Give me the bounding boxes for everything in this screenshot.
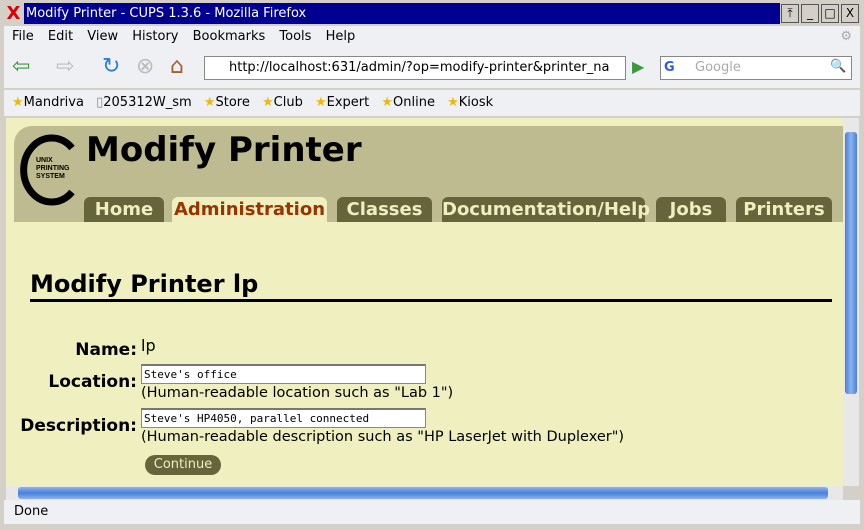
- cups-logo: UNIX PRINTING SYSTEM: [20, 134, 75, 206]
- bookmark-label: Mandriva: [23, 95, 84, 110]
- menu-bar: File Edit View History Bookmarks Tools H…: [4, 26, 860, 48]
- name-value: lp: [141, 336, 156, 355]
- tab-administration[interactable]: Administration: [172, 197, 327, 222]
- bookmark-label: 205312W_sm: [103, 95, 192, 110]
- forward-icon[interactable]: ⇨: [56, 54, 74, 80]
- navigation-toolbar: ⇦ ⇨ ↻ ⊗ ⌂ http://localhost:631/admin/?op…: [4, 48, 860, 88]
- stop-icon[interactable]: ⊗: [136, 54, 154, 80]
- bookmark-club[interactable]: ★Club: [262, 90, 303, 116]
- star-icon: ★: [381, 95, 394, 110]
- tab-documentation-help[interactable]: Documentation/Help: [442, 197, 650, 222]
- window-title: Modify Printer - CUPS 1.3.6 - Mozilla Fi…: [24, 3, 780, 24]
- horizontal-scroll-thumb[interactable]: [18, 487, 828, 499]
- bookmark-label: Club: [273, 95, 303, 110]
- bookmark-label: Store: [215, 95, 250, 110]
- menu-file[interactable]: File: [12, 26, 34, 48]
- description-hint: (Human-readable description such as "HP …: [141, 429, 625, 445]
- svg-text:SYSTEM: SYSTEM: [36, 173, 65, 180]
- bookmark-label: Online: [393, 95, 435, 110]
- bookmark-expert[interactable]: ★Expert: [315, 90, 369, 116]
- app-icon: X: [4, 3, 23, 24]
- bookmark-label: Kiosk: [458, 95, 494, 110]
- description-label: Description:: [20, 416, 137, 436]
- stick-button[interactable]: ⤒: [781, 4, 799, 23]
- menu-help[interactable]: Help: [326, 26, 356, 48]
- search-icon[interactable]: 🔍: [830, 59, 846, 74]
- name-label: Name:: [75, 340, 137, 360]
- bookmark-label: Expert: [326, 95, 370, 110]
- vertical-scroll-thumb[interactable]: [845, 132, 857, 394]
- bookmark-store[interactable]: ★Store: [204, 90, 250, 116]
- location-input[interactable]: Steve's office: [141, 364, 426, 384]
- back-icon[interactable]: ⇦: [12, 54, 30, 80]
- search-placeholder: Google: [695, 60, 741, 75]
- menu-view[interactable]: View: [87, 26, 118, 48]
- search-input[interactable]: Google: [660, 56, 852, 80]
- page-header: UNIX PRINTING SYSTEM Modify Printer Home…: [14, 126, 843, 222]
- tab-classes[interactable]: Classes: [337, 197, 432, 222]
- home-icon[interactable]: ⌂: [170, 54, 184, 80]
- menu-tools[interactable]: Tools: [279, 26, 311, 48]
- continue-button[interactable]: Continue: [145, 455, 221, 475]
- bookmark-online[interactable]: ★Online: [381, 90, 435, 116]
- tab-printers[interactable]: Printers: [736, 197, 832, 222]
- title-bar: X Modify Printer - CUPS 1.3.6 - Mozilla …: [0, 0, 864, 26]
- minimize-button[interactable]: _: [801, 4, 819, 23]
- vertical-scrollbar[interactable]: [843, 118, 859, 486]
- svg-text:UNIX: UNIX: [36, 157, 53, 164]
- page-title: Modify Printer: [86, 130, 362, 170]
- url-text: http://localhost:631/admin/?op=modify-pr…: [229, 60, 610, 75]
- location-hint: (Human-readable location such as "Lab 1"…: [141, 385, 454, 401]
- star-icon: ★: [261, 95, 274, 110]
- location-label: Location:: [48, 372, 137, 392]
- star-icon: ★: [314, 95, 327, 110]
- tab-jobs[interactable]: Jobs: [656, 197, 726, 222]
- page-icon: ▯: [96, 95, 104, 110]
- reload-icon[interactable]: ↻: [102, 54, 120, 80]
- google-icon[interactable]: G: [664, 60, 675, 75]
- description-input[interactable]: Steve's HP4050, parallel connected: [141, 408, 426, 428]
- bookmarks-toolbar: ★Mandriva ▯205312W_sm ★Store ★Club ★Expe…: [4, 90, 860, 116]
- bookmark-mandriva[interactable]: ★Mandriva: [12, 90, 84, 116]
- throbber-icon: ⚙: [840, 29, 852, 44]
- close-button[interactable]: X: [841, 4, 859, 23]
- maximize-button[interactable]: □: [821, 4, 839, 23]
- menu-edit[interactable]: Edit: [48, 26, 73, 48]
- horizontal-scrollbar[interactable]: [6, 486, 843, 500]
- status-bar: Done: [4, 500, 860, 524]
- go-icon[interactable]: ▶: [632, 54, 644, 80]
- svg-text:PRINTING: PRINTING: [36, 165, 70, 172]
- url-input[interactable]: http://localhost:631/admin/?op=modify-pr…: [204, 56, 626, 80]
- menu-history[interactable]: History: [132, 26, 178, 48]
- tab-home[interactable]: Home: [84, 197, 164, 222]
- bookmark-205312w[interactable]: ▯205312W_sm: [96, 90, 192, 116]
- star-icon: ★: [12, 95, 24, 110]
- page-content: UNIX PRINTING SYSTEM Modify Printer Home…: [6, 118, 843, 486]
- section-heading: Modify Printer lp: [30, 270, 832, 302]
- star-icon: ★: [203, 95, 216, 110]
- menu-bookmarks[interactable]: Bookmarks: [193, 26, 266, 48]
- star-icon: ★: [447, 95, 459, 110]
- bookmark-kiosk[interactable]: ★Kiosk: [447, 90, 493, 116]
